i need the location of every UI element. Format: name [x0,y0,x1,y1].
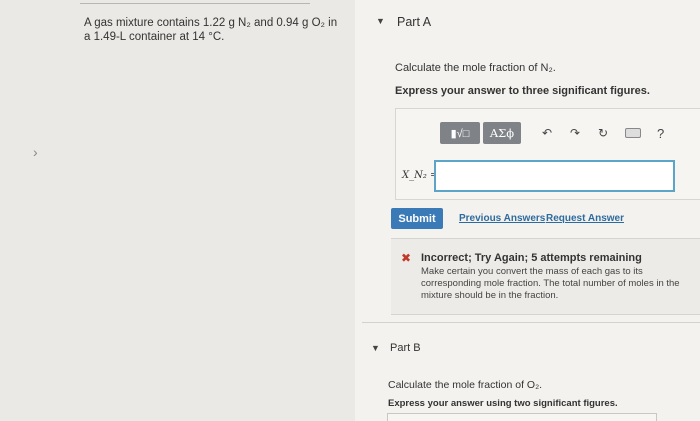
part-a-prompt: Calculate the mole fraction of N₂. [395,62,556,74]
templates-button[interactable]: ▮√□ [440,122,480,144]
greek-symbols-button[interactable]: AΣϕ [483,122,521,144]
collapse-caret-icon[interactable]: ▼ [376,16,385,26]
redo-icon[interactable]: ↷ [561,126,589,140]
submit-button[interactable]: Submit [391,208,443,229]
part-b-prompt: Calculate the mole fraction of O₂. [388,379,543,391]
answer-label: X_N₂ = [402,170,439,181]
answer-input[interactable] [434,160,675,192]
help-icon[interactable]: ? [657,126,664,141]
feedback-title: Incorrect; Try Again; 5 attempts remaini… [421,252,642,264]
undo-icon[interactable]: ↶ [533,126,561,140]
reset-icon[interactable]: ↻ [589,126,617,140]
section-divider [362,322,700,323]
part-b-title[interactable]: Part B [390,342,421,354]
problem-statement: A gas mixture contains 1.22 g N₂ and 0.9… [84,17,338,43]
previous-answers-link[interactable]: Previous Answers [459,213,545,224]
part-b-instruction: Express your answer using two significan… [388,398,618,409]
collapse-caret-icon[interactable]: ▼ [371,343,380,353]
problem-panel [0,0,355,421]
math-toolbar: ▮√□ AΣϕ ↶ ↷ ↻ ? [440,121,664,145]
header-strip [80,0,310,4]
request-answer-link[interactable]: Request Answer [546,213,624,224]
keyboard-icon[interactable] [625,128,641,138]
chevron-right-icon[interactable]: › [33,144,38,160]
feedback-body: Make certain you convert the mass of eac… [421,266,680,301]
part-a-title[interactable]: Part A [397,15,431,29]
incorrect-icon: ✖ [401,251,412,265]
part-a-instruction: Express your answer to three significant… [395,85,650,97]
part-b-answer-card [387,413,657,421]
